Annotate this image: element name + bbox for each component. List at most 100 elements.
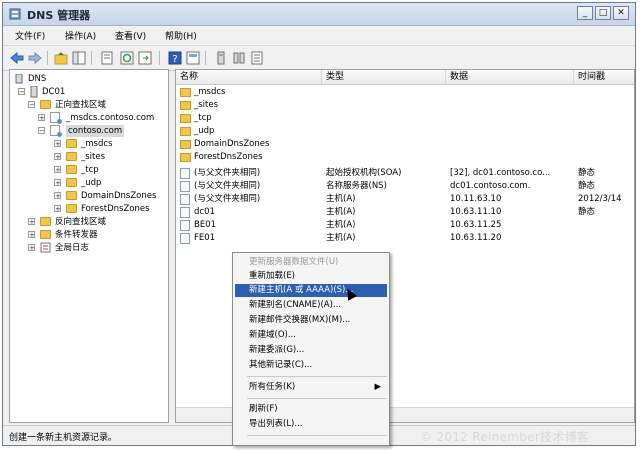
collapse-toggle[interactable]: −	[38, 127, 45, 135]
tree-label-domaindnszones: DomainDnsZones	[81, 191, 157, 201]
tree-label-tcp: _tcp	[81, 165, 99, 175]
menu-item-new-mx[interactable]: 新建邮件交换器(MX)(M)...	[235, 314, 387, 327]
list-row-sites[interactable]: _sites	[176, 99, 634, 112]
row-name: (与父文件夹相同)	[194, 194, 261, 204]
back-arrow-icon[interactable]	[9, 50, 25, 66]
close-button[interactable]: ✕	[613, 6, 629, 20]
tree-label-msdcs-zone: _msdcs.contoso.com	[66, 113, 155, 123]
expand-toggle[interactable]: +	[54, 140, 61, 148]
menu-item-refresh[interactable]: 刷新(F)	[235, 403, 387, 416]
folder-icon	[180, 101, 191, 110]
list-row-soa[interactable]: (与父文件夹相同) 起始授权机构(SOA) [32], dc01.contoso…	[176, 167, 634, 180]
menu-item-other-records[interactable]: 其他新记录(C)...	[235, 359, 387, 372]
tree-label-forestdnszones: ForestDnsZones	[81, 204, 150, 214]
list-row-msdcs[interactable]: _msdcs	[176, 86, 634, 99]
minimize-button[interactable]: _	[577, 6, 593, 20]
expand-toggle[interactable]: +	[38, 114, 45, 122]
tree-label-dns: DNS	[28, 74, 47, 84]
menu-separator	[247, 376, 387, 377]
menu-item-export-list[interactable]: 导出列表(L)...	[235, 418, 387, 431]
expand-toggle[interactable]: +	[54, 205, 61, 213]
expand-toggle[interactable]: +	[54, 153, 61, 161]
column-header-type[interactable]: 类型	[322, 70, 446, 84]
row-name: _tcp	[194, 113, 212, 123]
export-list-icon[interactable]	[137, 50, 153, 66]
record-list-icon[interactable]	[249, 50, 265, 66]
row-name: DomainDnsZones	[194, 139, 270, 149]
expand-toggle[interactable]: +	[28, 231, 35, 239]
tree-label-sites: _sites	[81, 152, 106, 162]
expand-toggle[interactable]: +	[54, 192, 61, 200]
menu-item-new-host[interactable]: 新建主机(A 或 AAAA)(S)...	[235, 284, 387, 297]
list-row-be01[interactable]: BE01 主机(A) 10.63.11.25	[176, 219, 634, 232]
row-timestamp: 静态	[578, 181, 596, 191]
mmc-console-icon[interactable]	[185, 50, 201, 66]
expand-toggle[interactable]: +	[54, 166, 61, 174]
tree-label-forwarders: 条件转发器	[55, 230, 98, 240]
tree-label-msdcs: _msdcs	[81, 139, 113, 149]
list-row-host-parent[interactable]: (与父文件夹相同) 主机(A) 10.11.63.10 2012/3/14	[176, 193, 634, 206]
row-type: 起始授权机构(SOA)	[326, 168, 402, 178]
server-list-icon[interactable]	[231, 50, 247, 66]
zone-icon	[50, 112, 62, 124]
collapse-toggle[interactable]: −	[18, 88, 25, 96]
menu-item-new-delegation[interactable]: 新建委派(G)...	[235, 344, 387, 357]
row-name: BE01	[194, 220, 217, 230]
menu-item-all-tasks[interactable]: 所有任务(K) ▶	[235, 381, 387, 394]
tree-label-global-logs: 全局日志	[55, 243, 90, 253]
list-row-ns[interactable]: (与父文件夹相同) 名称服务器(NS) dc01.contoso.com. 静态	[176, 180, 634, 193]
folder-icon	[66, 152, 77, 161]
list-row-dc01[interactable]: dc01 主机(A) 10.63.11.10 静态	[176, 206, 634, 219]
maximize-icon: □	[598, 8, 608, 18]
folder-icon	[66, 165, 77, 174]
dns-root-icon	[15, 74, 23, 84]
folder-icon	[66, 139, 77, 148]
properties-icon[interactable]	[99, 50, 115, 66]
show-hide-tree-icon[interactable]	[71, 50, 87, 66]
event-log-icon	[40, 242, 51, 253]
expand-toggle[interactable]: +	[54, 179, 61, 187]
folder-icon	[180, 153, 191, 162]
tree-label-forward-zones: 正向查找区域	[55, 100, 107, 110]
menu-item-new-alias[interactable]: 新建别名(CNAME)(A)...	[235, 299, 387, 312]
menu-help[interactable]: 帮助(H)	[165, 29, 197, 42]
column-header-timestamp[interactable]: 时间戳	[574, 70, 634, 84]
row-name: _udp	[194, 126, 215, 136]
maximize-button[interactable]: □	[595, 6, 611, 20]
tree-label-contoso-zone: contoso.com	[66, 125, 125, 137]
column-header-data[interactable]: 数据	[446, 70, 574, 84]
row-type: 名称服务器(NS)	[326, 181, 387, 191]
svg-text:?: ?	[172, 54, 177, 65]
record-icon	[180, 168, 190, 179]
refresh-icon[interactable]	[119, 50, 135, 66]
column-header-name[interactable]: 名称	[176, 70, 322, 84]
expand-toggle[interactable]: +	[28, 244, 35, 252]
minimize-icon: _	[582, 8, 588, 18]
forward-arrow-icon[interactable]	[27, 50, 43, 66]
menu-view[interactable]: 查看(V)	[115, 29, 146, 42]
list-row-domaindnszones[interactable]: DomainDnsZones	[176, 138, 634, 151]
row-type: 主机(A)	[326, 233, 356, 243]
row-name: dc01	[194, 207, 215, 217]
expand-toggle[interactable]: +	[28, 218, 35, 226]
collapse-toggle[interactable]: −	[28, 101, 35, 109]
list-row-udp[interactable]: _udp	[176, 125, 634, 138]
folder-icon	[40, 217, 51, 226]
menu-item-reload[interactable]: 重新加载(E)	[235, 270, 387, 283]
menu-action[interactable]: 操作(A)	[65, 29, 96, 42]
menu-file[interactable]: 文件(F)	[15, 29, 45, 42]
menu-item-new-domain[interactable]: 新建域(O)...	[235, 329, 387, 342]
help-icon[interactable]: ?	[167, 50, 183, 66]
up-folder-icon[interactable]	[53, 50, 69, 66]
dns-app-icon	[9, 8, 21, 20]
list-row-forestdnszones[interactable]: ForestDnsZones	[176, 151, 634, 164]
row-data: dc01.contoso.com.	[450, 181, 531, 191]
record-icon	[180, 220, 190, 231]
watermark: © 2012 Reinember技术博客	[420, 430, 590, 444]
menu-item-update-data-file[interactable]: 更新服务器数据文件(U)	[235, 256, 387, 269]
server-icon[interactable]	[213, 50, 229, 66]
folder-icon	[180, 140, 191, 149]
list-row-fe01[interactable]: FE01 主机(A) 10.63.11.20	[176, 232, 634, 245]
list-row-tcp[interactable]: _tcp	[176, 112, 634, 125]
row-timestamp: 2012/3/14	[578, 194, 622, 204]
